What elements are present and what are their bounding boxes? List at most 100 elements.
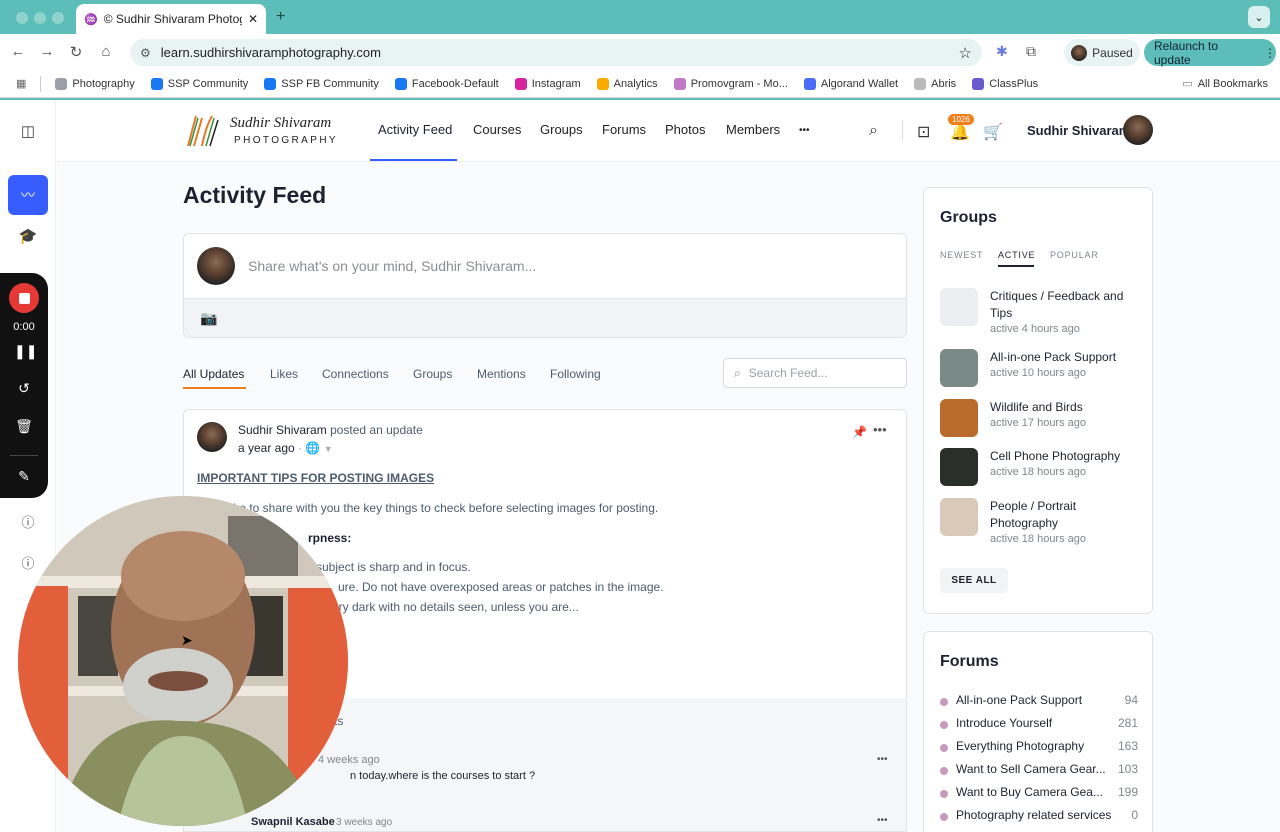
comment2-author[interactable]: Swapnil Kasabe bbox=[251, 816, 335, 828]
nav-members[interactable]: Members bbox=[726, 122, 780, 137]
forum-name[interactable]: Everything Photography bbox=[956, 739, 1084, 753]
groups-tab-active[interactable]: ACTIVE bbox=[998, 250, 1035, 260]
user-avatar[interactable] bbox=[1123, 115, 1153, 145]
info-icon[interactable]: ⓘ bbox=[18, 512, 38, 532]
forum-item[interactable]: Photography related services 0 bbox=[940, 808, 1138, 826]
bookmark-star-icon[interactable]: ☆ bbox=[959, 44, 972, 62]
maximize-window-button[interactable] bbox=[52, 12, 64, 24]
browser-tab[interactable]: ♒ © Sudhir Shivaram Photograp ✕ bbox=[76, 4, 266, 34]
user-name[interactable]: Sudhir Shivaram bbox=[1027, 123, 1130, 138]
relaunch-button[interactable]: Relaunch to update ⋮ bbox=[1144, 39, 1276, 67]
site-info-icon[interactable]: ⚙ bbox=[140, 46, 151, 60]
group-thumbnail[interactable] bbox=[940, 399, 978, 437]
extension-icon[interactable]: ✱ bbox=[996, 43, 1008, 60]
forum-item[interactable]: Introduce Yourself 281 bbox=[940, 716, 1138, 734]
tab-mentions[interactable]: Mentions bbox=[477, 367, 526, 381]
info-icon-2[interactable]: ⓘ bbox=[18, 553, 38, 573]
composer-placeholder[interactable]: Share what's on your mind, Sudhir Shivar… bbox=[248, 258, 536, 274]
privacy-chevron-icon[interactable]: ▼ bbox=[324, 444, 333, 454]
forum-item[interactable]: Everything Photography 163 bbox=[940, 739, 1138, 757]
group-name[interactable]: Cell Phone Photography bbox=[990, 448, 1140, 465]
bookmark-item[interactable]: Algorand Wallet bbox=[803, 77, 898, 90]
forum-name[interactable]: Want to Buy Camera Gea... bbox=[956, 785, 1103, 799]
pin-icon[interactable]: 📌 bbox=[852, 425, 867, 439]
post-time-text[interactable]: a year ago bbox=[238, 441, 295, 455]
post-composer[interactable]: Share what's on your mind, Sudhir Shivar… bbox=[183, 233, 907, 338]
group-name[interactable]: Wildlife and Birds bbox=[990, 399, 1140, 416]
groups-tab-popular[interactable]: POPULAR bbox=[1050, 250, 1099, 260]
tab-search-chevron-icon[interactable]: ⌄ bbox=[1248, 6, 1270, 28]
group-name[interactable]: Critiques / Feedback and Tips bbox=[990, 288, 1140, 322]
nav-activity-feed[interactable]: Activity Feed bbox=[378, 122, 452, 137]
post-author[interactable]: Sudhir Shivaram bbox=[238, 423, 327, 437]
bookmark-item[interactable]: ClassPlus bbox=[972, 77, 1038, 90]
bookmark-item[interactable]: Instagram bbox=[514, 77, 581, 90]
nav-groups[interactable]: Groups bbox=[540, 122, 583, 137]
tab-groups[interactable]: Groups bbox=[413, 367, 452, 381]
bookmark-item[interactable]: Photography bbox=[55, 77, 135, 90]
group-thumbnail[interactable] bbox=[940, 448, 978, 486]
camera-icon[interactable]: 📷 bbox=[200, 310, 217, 327]
sidebar-toggle-icon[interactable]: ◫ bbox=[18, 122, 38, 142]
tab-following[interactable]: Following bbox=[550, 367, 601, 381]
bookmark-item[interactable]: Promovgram - Mo... bbox=[673, 77, 788, 90]
graduation-cap-icon[interactable]: 🎓 bbox=[18, 227, 38, 247]
forum-name[interactable]: Photography related services bbox=[956, 808, 1111, 822]
forum-item[interactable]: Want to Sell Camera Gear... 103 bbox=[940, 762, 1138, 780]
group-name[interactable]: People / Portrait Photography bbox=[990, 498, 1140, 532]
nav-forums[interactable]: Forums bbox=[602, 122, 646, 137]
site-logo[interactable]: Sudhir Shivaram PHOTOGRAPHY bbox=[184, 112, 344, 150]
apps-grid-icon[interactable]: ▦ bbox=[16, 77, 26, 90]
cart-icon[interactable]: 🛒 bbox=[983, 122, 1003, 142]
bookmark-item[interactable]: Facebook-Default bbox=[394, 77, 499, 90]
pencil-icon[interactable]: ✎ bbox=[14, 468, 34, 485]
search-feed-input[interactable]: ⌕ Search Feed... bbox=[723, 358, 907, 388]
bookmark-item[interactable]: Abris bbox=[914, 77, 956, 90]
group-thumbnail[interactable] bbox=[940, 498, 978, 536]
tab-connections[interactable]: Connections bbox=[322, 367, 389, 381]
bookmark-item[interactable]: SSP FB Community bbox=[264, 77, 379, 90]
restart-icon[interactable]: ↺ bbox=[14, 380, 34, 397]
stop-recording-button[interactable] bbox=[9, 283, 39, 313]
close-window-button[interactable] bbox=[16, 12, 28, 24]
search-icon[interactable]: ⌕ bbox=[869, 122, 878, 140]
back-arrow-icon[interactable]: ← bbox=[9, 43, 27, 60]
comment2-options-icon[interactable]: ••• bbox=[877, 815, 888, 826]
bell-icon[interactable]: 🔔 bbox=[950, 122, 970, 142]
kebab-menu-icon[interactable]: ⋮ bbox=[1264, 46, 1276, 60]
close-tab-icon[interactable]: ✕ bbox=[248, 12, 258, 26]
group-name[interactable]: All-in-one Pack Support bbox=[990, 349, 1140, 366]
new-tab-button[interactable]: + bbox=[276, 8, 285, 26]
tab-likes[interactable]: Likes bbox=[270, 367, 298, 381]
forum-item[interactable]: All-in-one Pack Support 94 bbox=[940, 693, 1138, 711]
forward-arrow-icon[interactable]: → bbox=[38, 43, 56, 60]
see-all-button[interactable]: SEE ALL bbox=[940, 568, 1008, 593]
post-author-avatar[interactable] bbox=[197, 422, 227, 452]
address-bar[interactable]: ⚙ learn.sudhirshivaramphotography.com ☆ bbox=[130, 39, 982, 66]
extensions-puzzle-icon[interactable]: ⧉ bbox=[1026, 43, 1036, 60]
forum-item[interactable]: Want to Buy Camera Gea... 199 bbox=[940, 785, 1138, 803]
profile-paused-button[interactable]: Paused bbox=[1064, 39, 1140, 66]
home-icon[interactable]: ⌂ bbox=[97, 43, 115, 60]
bookmark-item[interactable]: Analytics bbox=[596, 77, 658, 90]
forum-name[interactable]: Introduce Yourself bbox=[956, 716, 1052, 730]
reload-icon[interactable]: ↻ bbox=[67, 43, 85, 61]
trash-icon[interactable]: 🗑 bbox=[14, 418, 34, 435]
nav-courses[interactable]: Courses bbox=[473, 122, 521, 137]
minimize-window-button[interactable] bbox=[34, 12, 46, 24]
group-thumbnail[interactable] bbox=[940, 349, 978, 387]
forum-name[interactable]: Want to Sell Camera Gear... bbox=[956, 762, 1106, 776]
post-options-icon[interactable]: ••• bbox=[873, 422, 887, 437]
all-bookmarks-button[interactable]: ▭ All Bookmarks bbox=[1182, 77, 1268, 91]
inbox-icon[interactable]: ⊡ bbox=[917, 122, 930, 142]
sidebar-activity-button[interactable]: 〰 bbox=[8, 175, 48, 215]
nav-photos[interactable]: Photos bbox=[665, 122, 705, 137]
group-thumbnail[interactable] bbox=[940, 288, 978, 326]
url-text[interactable]: learn.sudhirshivaramphotography.com bbox=[161, 45, 949, 60]
tab-all-updates[interactable]: All Updates bbox=[183, 367, 244, 381]
globe-icon[interactable]: 🌐 bbox=[305, 441, 320, 455]
pause-icon[interactable]: ❚❚ bbox=[14, 343, 37, 360]
nav-more-button[interactable]: ••• bbox=[799, 125, 810, 136]
forum-name[interactable]: All-in-one Pack Support bbox=[956, 693, 1082, 707]
bookmark-item[interactable]: SSP Community bbox=[150, 77, 248, 90]
